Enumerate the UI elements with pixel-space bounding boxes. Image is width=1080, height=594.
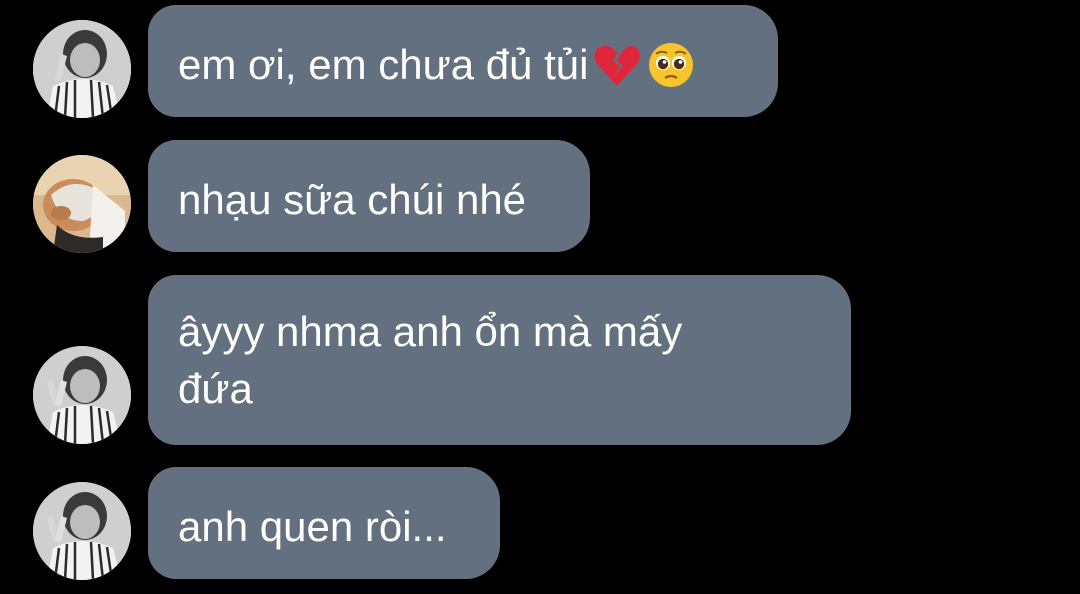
avatar[interactable] <box>33 482 131 580</box>
message-bubble[interactable]: anh quen ròi... <box>148 467 500 579</box>
broken-heart-icon <box>592 40 642 90</box>
message-bubble[interactable]: nhạu sữa chúi nhé <box>148 140 590 252</box>
message-text: nhạu sữa chúi nhé <box>178 176 527 224</box>
message-text: anh quen ròi... <box>178 503 447 551</box>
avatar[interactable] <box>33 155 131 253</box>
message-text-line: âyyy nhma anh ổn mà mấy <box>178 308 683 355</box>
message-bubble[interactable]: âyyy nhma anh ổn mà mấy đứa <box>148 275 851 445</box>
avatar[interactable] <box>33 346 131 444</box>
message-text: em ơi, em chưa đủ tủi <box>178 41 589 89</box>
pleading-face-icon <box>646 40 696 90</box>
message-text-line: đứa <box>178 365 253 412</box>
message-bubble[interactable]: em ơi, em chưa đủ tủi <box>148 5 778 117</box>
avatar[interactable] <box>33 20 131 118</box>
